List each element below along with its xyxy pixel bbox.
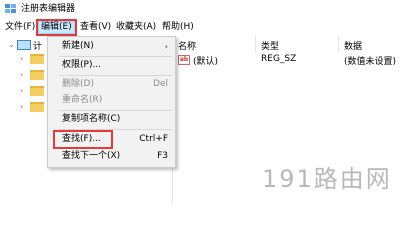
menu-item-delete: 删除(D) Del <box>49 77 174 92</box>
expand-arrow-icon[interactable]: › <box>20 102 26 111</box>
menu-file[interactable]: 文件(F) <box>3 21 37 34</box>
menu-item-label: 权限(P)... <box>62 60 102 70</box>
menu-item-permissions[interactable]: 权限(P)... <box>49 58 174 73</box>
column-header-data[interactable]: 数据 <box>344 39 362 52</box>
folder-icon <box>30 102 44 112</box>
expand-arrow-icon[interactable]: › <box>20 54 26 63</box>
string-value-icon: ab <box>178 55 190 65</box>
menu-bar: 文件(F) 编辑(E) 查看(V) 收藏夹(A) 帮助(H) <box>0 19 400 36</box>
list-header: 名称 类型 数据 <box>173 36 400 52</box>
column-header-name[interactable]: 名称 <box>178 39 196 52</box>
title-bar: 注册表编辑器 <box>0 0 400 19</box>
menu-edit[interactable]: 编辑(E) <box>36 19 77 36</box>
menu-item-rename: 重命名(R) <box>49 93 174 108</box>
menu-item-label: 删除(D) <box>62 79 94 89</box>
menu-item-find-next[interactable]: 查找下一个(X) F3 <box>49 149 174 164</box>
menu-separator <box>59 56 172 57</box>
value-name: (默认) <box>193 57 219 67</box>
menu-item-label: 查找下一个(X) <box>62 151 121 161</box>
menu-help[interactable]: 帮助(H) <box>160 21 196 34</box>
folder-icon <box>30 54 44 64</box>
menu-favorites[interactable]: 收藏夹(A) <box>114 21 158 34</box>
menu-item-shortcut: Del <box>153 79 168 89</box>
menu-item-shortcut: Ctrl+F <box>139 134 168 144</box>
column-divider[interactable] <box>255 36 256 52</box>
watermark-text: 191路由网 <box>262 165 392 193</box>
menu-item-copy-key-name[interactable]: 复制项名称(C) <box>49 112 174 127</box>
menu-separator <box>59 110 172 111</box>
menu-item-label: 复制项名称(C) <box>62 114 121 124</box>
column-header-type[interactable]: 类型 <box>261 39 279 52</box>
window-title: 注册表编辑器 <box>21 4 76 14</box>
folder-icon <box>30 70 44 80</box>
menu-separator <box>59 129 172 130</box>
folder-icon <box>30 86 44 96</box>
value-type: REG_SZ <box>261 54 297 64</box>
menu-separator <box>59 75 172 76</box>
menu-item-label: 重命名(R) <box>62 95 103 105</box>
value-data: (数值未设置) <box>344 57 397 67</box>
regedit-app-icon <box>5 4 17 14</box>
expand-arrow-icon[interactable]: › <box>20 86 26 95</box>
menu-item-shortcut: F3 <box>157 151 168 161</box>
tree-root-label: 计 <box>33 42 43 52</box>
submenu-arrow-icon: › <box>164 42 168 51</box>
find-highlight-box <box>53 130 113 149</box>
table-row[interactable]: ab (默认) REG_SZ (数值未设置) <box>173 53 400 68</box>
expand-arrow-icon[interactable]: › <box>20 70 26 79</box>
edit-menu-dropdown: 新建(N) › 权限(P)... 删除(D) Del 重命名(R) 复制项名称(… <box>47 36 176 168</box>
menu-view[interactable]: 查看(V) <box>78 21 113 34</box>
menu-item-label: 新建(N) <box>62 41 94 51</box>
computer-icon <box>17 40 31 50</box>
column-divider[interactable] <box>338 36 339 52</box>
collapse-arrow-icon[interactable]: ⌄ <box>8 40 15 49</box>
menu-item-new[interactable]: 新建(N) › <box>49 39 174 54</box>
